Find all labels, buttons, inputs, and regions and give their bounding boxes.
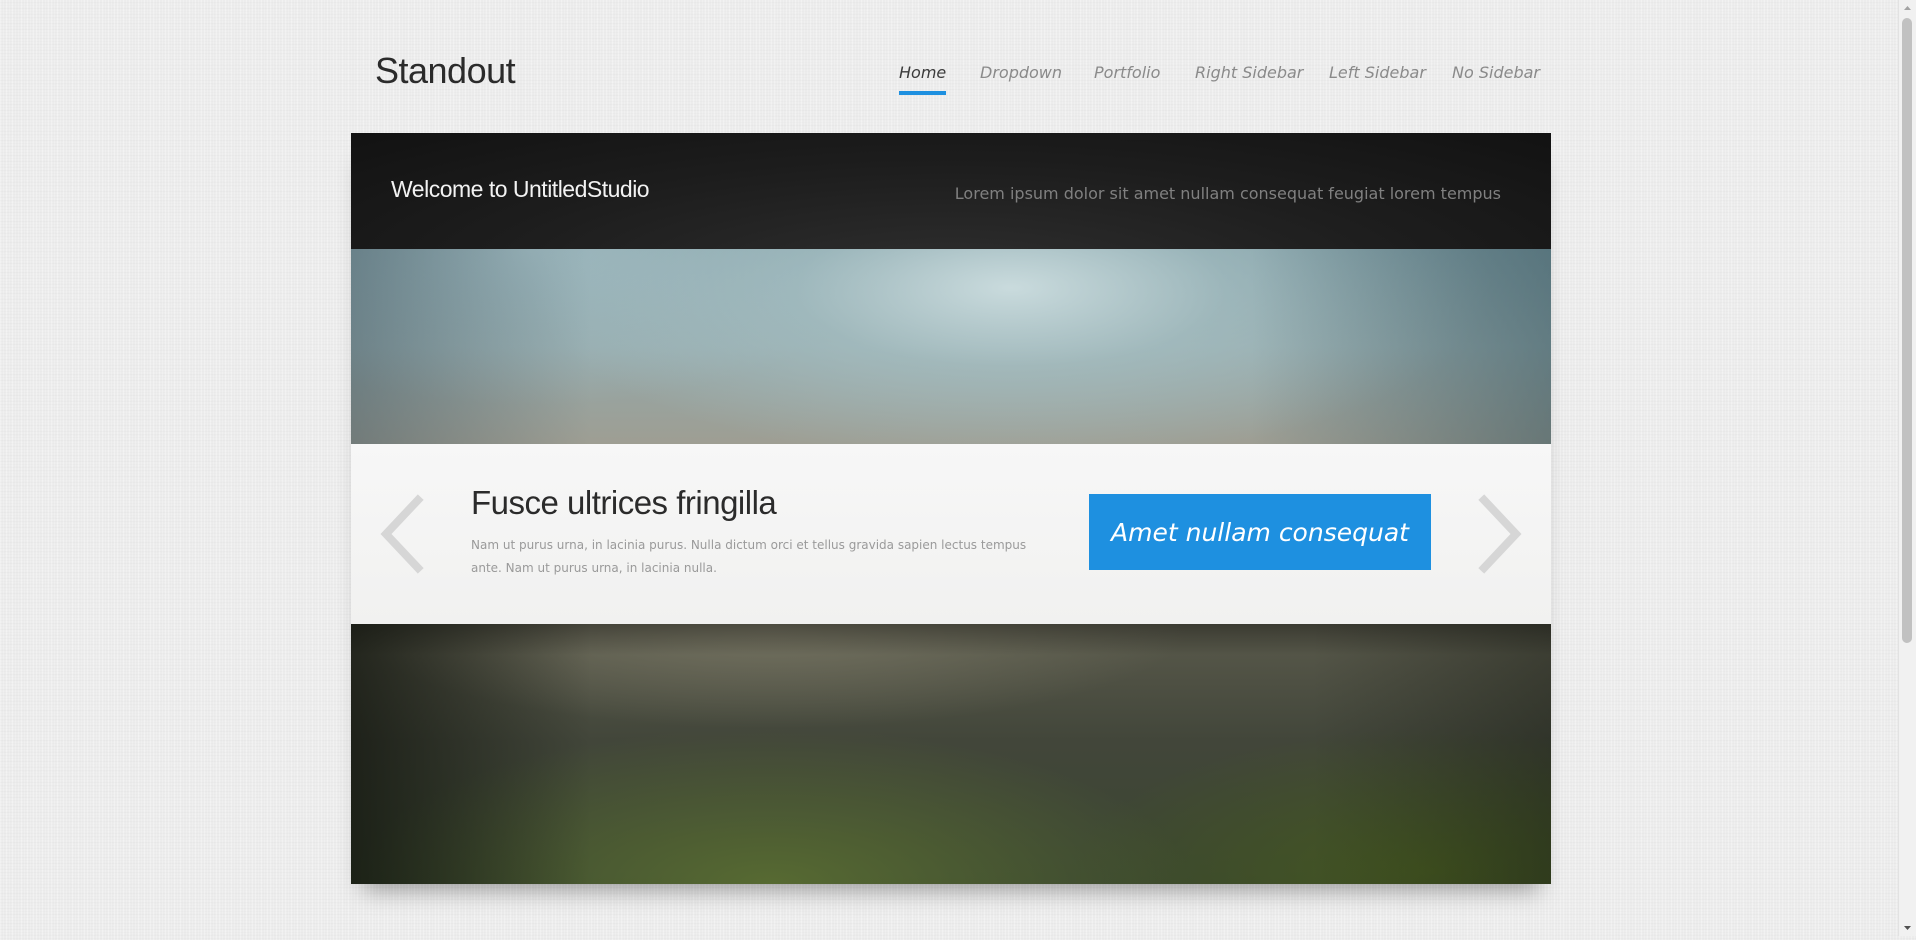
nav-item-home[interactable]: Home: [899, 63, 947, 95]
banner-title: Welcome to UntitledStudio: [391, 176, 650, 202]
banner-header: Welcome to UntitledStudio Lorem ipsum do…: [351, 133, 1551, 250]
slide-title: Fusce ultrices fringilla: [471, 484, 777, 521]
main-nav: Home Dropdown Portfolio Right Sidebar Le…: [0, 63, 1898, 103]
scroll-thumb[interactable]: [1902, 18, 1912, 643]
nav-item-dropdown[interactable]: Dropdown: [980, 63, 1062, 82]
slide-image-top: [351, 249, 1551, 444]
scroll-down-arrow-icon: [1904, 926, 1911, 930]
nav-item-right-sidebar[interactable]: Right Sidebar: [1195, 63, 1303, 82]
nav-item-label: Dropdown: [980, 63, 1063, 82]
scroll-down-button[interactable]: [1899, 919, 1916, 936]
nav-item-label: No Sidebar: [1452, 63, 1540, 82]
nav-item-label: Right Sidebar: [1195, 63, 1304, 82]
slider-next-button[interactable]: [1466, 494, 1526, 574]
slide-caption: Fusce ultrices fringilla Nam ut purus ur…: [351, 444, 1551, 624]
chevron-right-icon: [1478, 494, 1522, 574]
slider-prev-button[interactable]: [376, 494, 436, 574]
page: Standout Home Dropdown Portfolio Right S…: [0, 0, 1898, 936]
chevron-left-icon: [380, 494, 424, 574]
nav-item-no-sidebar[interactable]: No Sidebar: [1452, 63, 1540, 82]
slide-cta-button[interactable]: Amet nullam consequat: [1089, 494, 1431, 570]
active-nav-indicator: [899, 91, 947, 95]
slide-text: Nam ut purus urna, in lacinia purus. Nul…: [471, 538, 1027, 575]
hero-banner: Welcome to UntitledStudio Lorem ipsum do…: [351, 133, 1551, 884]
slide-image-bottom: [351, 624, 1551, 884]
nav-item-label: Portfolio: [1094, 63, 1161, 82]
nav-item-label: Left Sidebar: [1329, 63, 1426, 82]
scroll-up-arrow-icon: [1904, 6, 1911, 10]
nav-item-label: Home: [899, 63, 947, 82]
nav-item-portfolio[interactable]: Portfolio: [1094, 63, 1160, 82]
nav-item-left-sidebar[interactable]: Left Sidebar: [1329, 63, 1426, 82]
vertical-scrollbar[interactable]: [1898, 0, 1916, 936]
scroll-up-button[interactable]: [1899, 0, 1916, 17]
slide-cta-label: Amet nullam consequat: [1111, 517, 1409, 547]
banner-tagline: Lorem ipsum dolor sit amet nullam conseq…: [954, 184, 1501, 203]
